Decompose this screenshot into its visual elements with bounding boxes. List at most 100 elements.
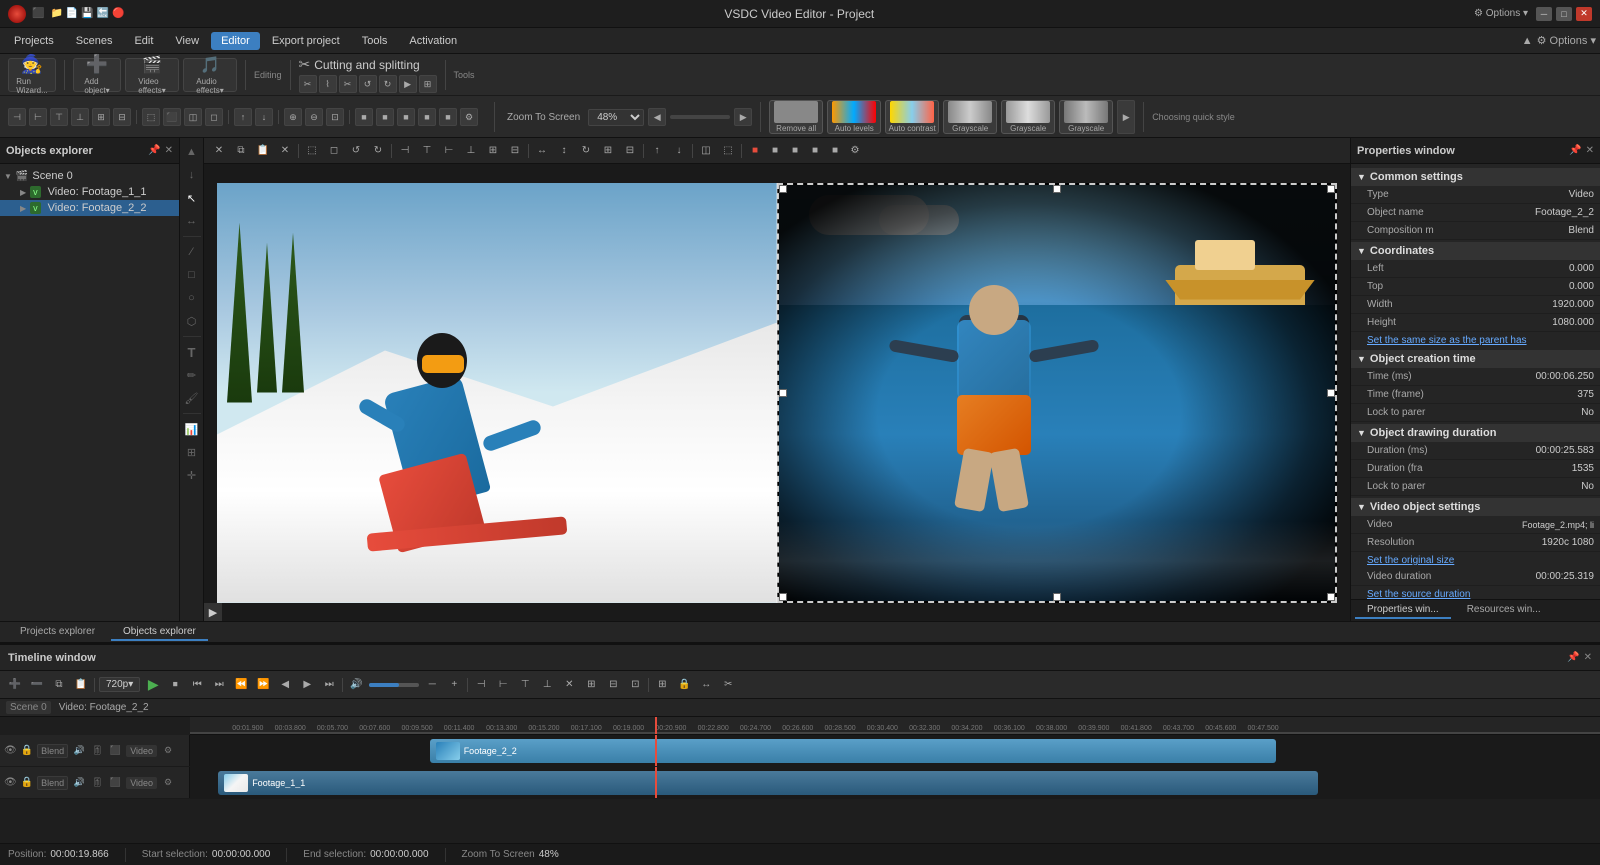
track-settings-icon2[interactable]: ⚙ <box>161 776 175 790</box>
nav-chart-icon[interactable]: 📊 <box>182 419 202 439</box>
tl-stop-btn[interactable]: ⏹ <box>166 676 184 694</box>
common-settings-header[interactable]: ▼ Common settings <box>1351 168 1600 186</box>
track-expand-icon2[interactable]: ⬛ <box>108 776 122 790</box>
qs-expand-btn[interactable]: ▶ <box>1117 100 1135 134</box>
align-left-btn[interactable]: ⊣ <box>8 108 26 126</box>
tab-projects-explorer[interactable]: Projects explorer <box>8 624 107 641</box>
nav-select-icon[interactable]: ↖ <box>182 188 202 208</box>
audio-effects-btn[interactable]: 🎵 Audioeffects▾ <box>183 58 237 92</box>
tab-objects-explorer[interactable]: Objects explorer <box>111 624 208 641</box>
nav-rect-icon[interactable]: □ <box>182 265 202 285</box>
split-btn[interactable]: ⌇ <box>319 75 337 93</box>
footage1-clip[interactable]: Footage_1_1 <box>218 771 1318 795</box>
status-icon4[interactable]: ■ <box>806 142 824 160</box>
same-size-link[interactable]: Set the same size as the parent has <box>1351 332 1600 348</box>
align-center-v-btn[interactable]: ⊟ <box>113 108 131 126</box>
nav-grid-icon[interactable]: ⊞ <box>182 442 202 462</box>
tl-copy-btn[interactable]: ⧉ <box>50 676 68 694</box>
vis-btn2[interactable]: ⊖ <box>305 108 323 126</box>
close-btn[interactable]: ✕ <box>1576 7 1592 21</box>
tl-paste-btn[interactable]: 📋 <box>72 676 90 694</box>
menu-view[interactable]: View <box>165 32 209 50</box>
restore-btn[interactable]: □ <box>1556 7 1572 21</box>
track-footage2-body[interactable]: Footage_2_2 <box>190 735 1600 766</box>
nav-up-btn[interactable]: ↑ <box>234 108 252 126</box>
props-close-btn[interactable]: ✕ <box>1586 145 1594 156</box>
zoom-select[interactable]: 48% 25% 50% 75% 100% <box>588 109 644 126</box>
tl-trim-btn[interactable]: ✂ <box>719 676 737 694</box>
run-wizard-btn[interactable]: 🧙 RunWizard... <box>8 58 56 92</box>
align-right-btn[interactable]: ⊢ <box>29 108 47 126</box>
ungroup-icon[interactable]: ⊟ <box>621 142 639 160</box>
zoom-slider-left[interactable]: ◀ <box>648 108 666 126</box>
size-btn1[interactable]: ⬚ <box>142 108 160 126</box>
volume-slider[interactable] <box>369 683 419 687</box>
extra-btn5[interactable]: ■ <box>439 108 457 126</box>
tl-play-btn[interactable]: ▶ <box>144 676 162 694</box>
handle-bl[interactable] <box>779 593 787 601</box>
menu-activation[interactable]: Activation <box>399 32 467 50</box>
timeline-close-btn[interactable]: ✕ <box>1584 652 1592 663</box>
track-expand-icon[interactable]: ⬛ <box>108 744 122 758</box>
menu-projects[interactable]: Projects <box>4 32 64 50</box>
props-pin-icon[interactable]: 📌 <box>1569 145 1581 156</box>
handle-tr[interactable] <box>1327 185 1335 193</box>
nav-arrow-down-icon[interactable]: ↓ <box>182 165 202 185</box>
track-vol-icon2[interactable]: 🎚 <box>90 776 104 790</box>
tl-next-btn[interactable]: ⏭ <box>210 676 228 694</box>
play-btn[interactable]: ▶ <box>399 75 417 93</box>
align-icon4[interactable]: ⊥ <box>462 142 480 160</box>
view-icon2[interactable]: ⬚ <box>719 142 737 160</box>
align-icon2[interactable]: ⊤ <box>418 142 436 160</box>
options-btn[interactable]: ⚙ Options ▾ <box>1537 34 1596 47</box>
video-effects-btn[interactable]: 🎬 Videoeffects▾ <box>125 58 179 92</box>
original-size-link[interactable]: Set the original size <box>1351 552 1600 568</box>
tab-properties-win[interactable]: Properties win... <box>1355 602 1451 619</box>
order-down-icon[interactable]: ↓ <box>670 142 688 160</box>
pin-icon[interactable]: 📌 <box>148 145 160 156</box>
extra-btn4[interactable]: ■ <box>418 108 436 126</box>
undo-icon[interactable]: ↺ <box>347 142 365 160</box>
tl-end-btn[interactable]: ⏭ <box>320 676 338 694</box>
handle-bm[interactable] <box>1053 593 1061 601</box>
menu-editor[interactable]: Editor <box>211 32 260 50</box>
tl-fwd-btn[interactable]: ⏩ <box>254 676 272 694</box>
tl-extra2-btn[interactable]: ⊟ <box>604 676 622 694</box>
vis-btn1[interactable]: ⊕ <box>284 108 302 126</box>
menu-scenes[interactable]: Scenes <box>66 32 123 50</box>
rotate-icon[interactable]: ↻ <box>577 142 595 160</box>
tl-lock-btn[interactable]: 🔒 <box>675 676 693 694</box>
tl-vol-up-btn[interactable]: + <box>445 676 463 694</box>
nav-pen-icon[interactable]: ✏ <box>182 365 202 385</box>
status-icon2[interactable]: ■ <box>766 142 784 160</box>
pos-btn[interactable]: ⊞ <box>419 75 437 93</box>
nav-ellipse-icon[interactable]: ○ <box>182 288 202 308</box>
tl-snap-btn[interactable]: ⊞ <box>653 676 671 694</box>
coords-header[interactable]: ▼ Coordinates <box>1351 242 1600 260</box>
track-lock-icon[interactable]: 🔒 <box>21 745 33 756</box>
handle-tm[interactable] <box>1053 185 1061 193</box>
view-icon1[interactable]: ◫ <box>697 142 715 160</box>
tl-vol-down-btn[interactable]: ─ <box>423 676 441 694</box>
footage2-clip[interactable]: Footage_2_2 <box>430 739 1276 763</box>
vis-btn3[interactable]: ⊡ <box>326 108 344 126</box>
handle-tl[interactable] <box>779 185 787 193</box>
handle-mr[interactable] <box>1327 389 1335 397</box>
zoom-slider-right[interactable]: ▶ <box>734 108 752 126</box>
status-icon3[interactable]: ■ <box>786 142 804 160</box>
nav-arrow-icon[interactable]: ▲ <box>182 142 202 162</box>
tl-mark-in-btn[interactable]: ⊣ <box>472 676 490 694</box>
options-label[interactable]: ⚙ Options ▾ <box>1474 8 1528 19</box>
canvas-nav-arrow[interactable]: ▶ <box>204 603 222 621</box>
qs-remove-all[interactable]: Remove all <box>769 100 823 134</box>
align-center-h-btn[interactable]: ⊞ <box>92 108 110 126</box>
group-icon[interactable]: ⊞ <box>599 142 617 160</box>
track-eye-icon2[interactable]: 👁 <box>4 777 17 788</box>
creation-header[interactable]: ▼ Object creation time <box>1351 350 1600 368</box>
clip-footage2[interactable] <box>777 183 1337 603</box>
flip-h-icon[interactable]: ↔ <box>533 142 551 160</box>
tl-goto-out-btn[interactable]: ⊥ <box>538 676 556 694</box>
redo-btn[interactable]: ↻ <box>379 75 397 93</box>
cut-icon[interactable]: ✕ <box>210 142 228 160</box>
extra-btn2[interactable]: ■ <box>376 108 394 126</box>
